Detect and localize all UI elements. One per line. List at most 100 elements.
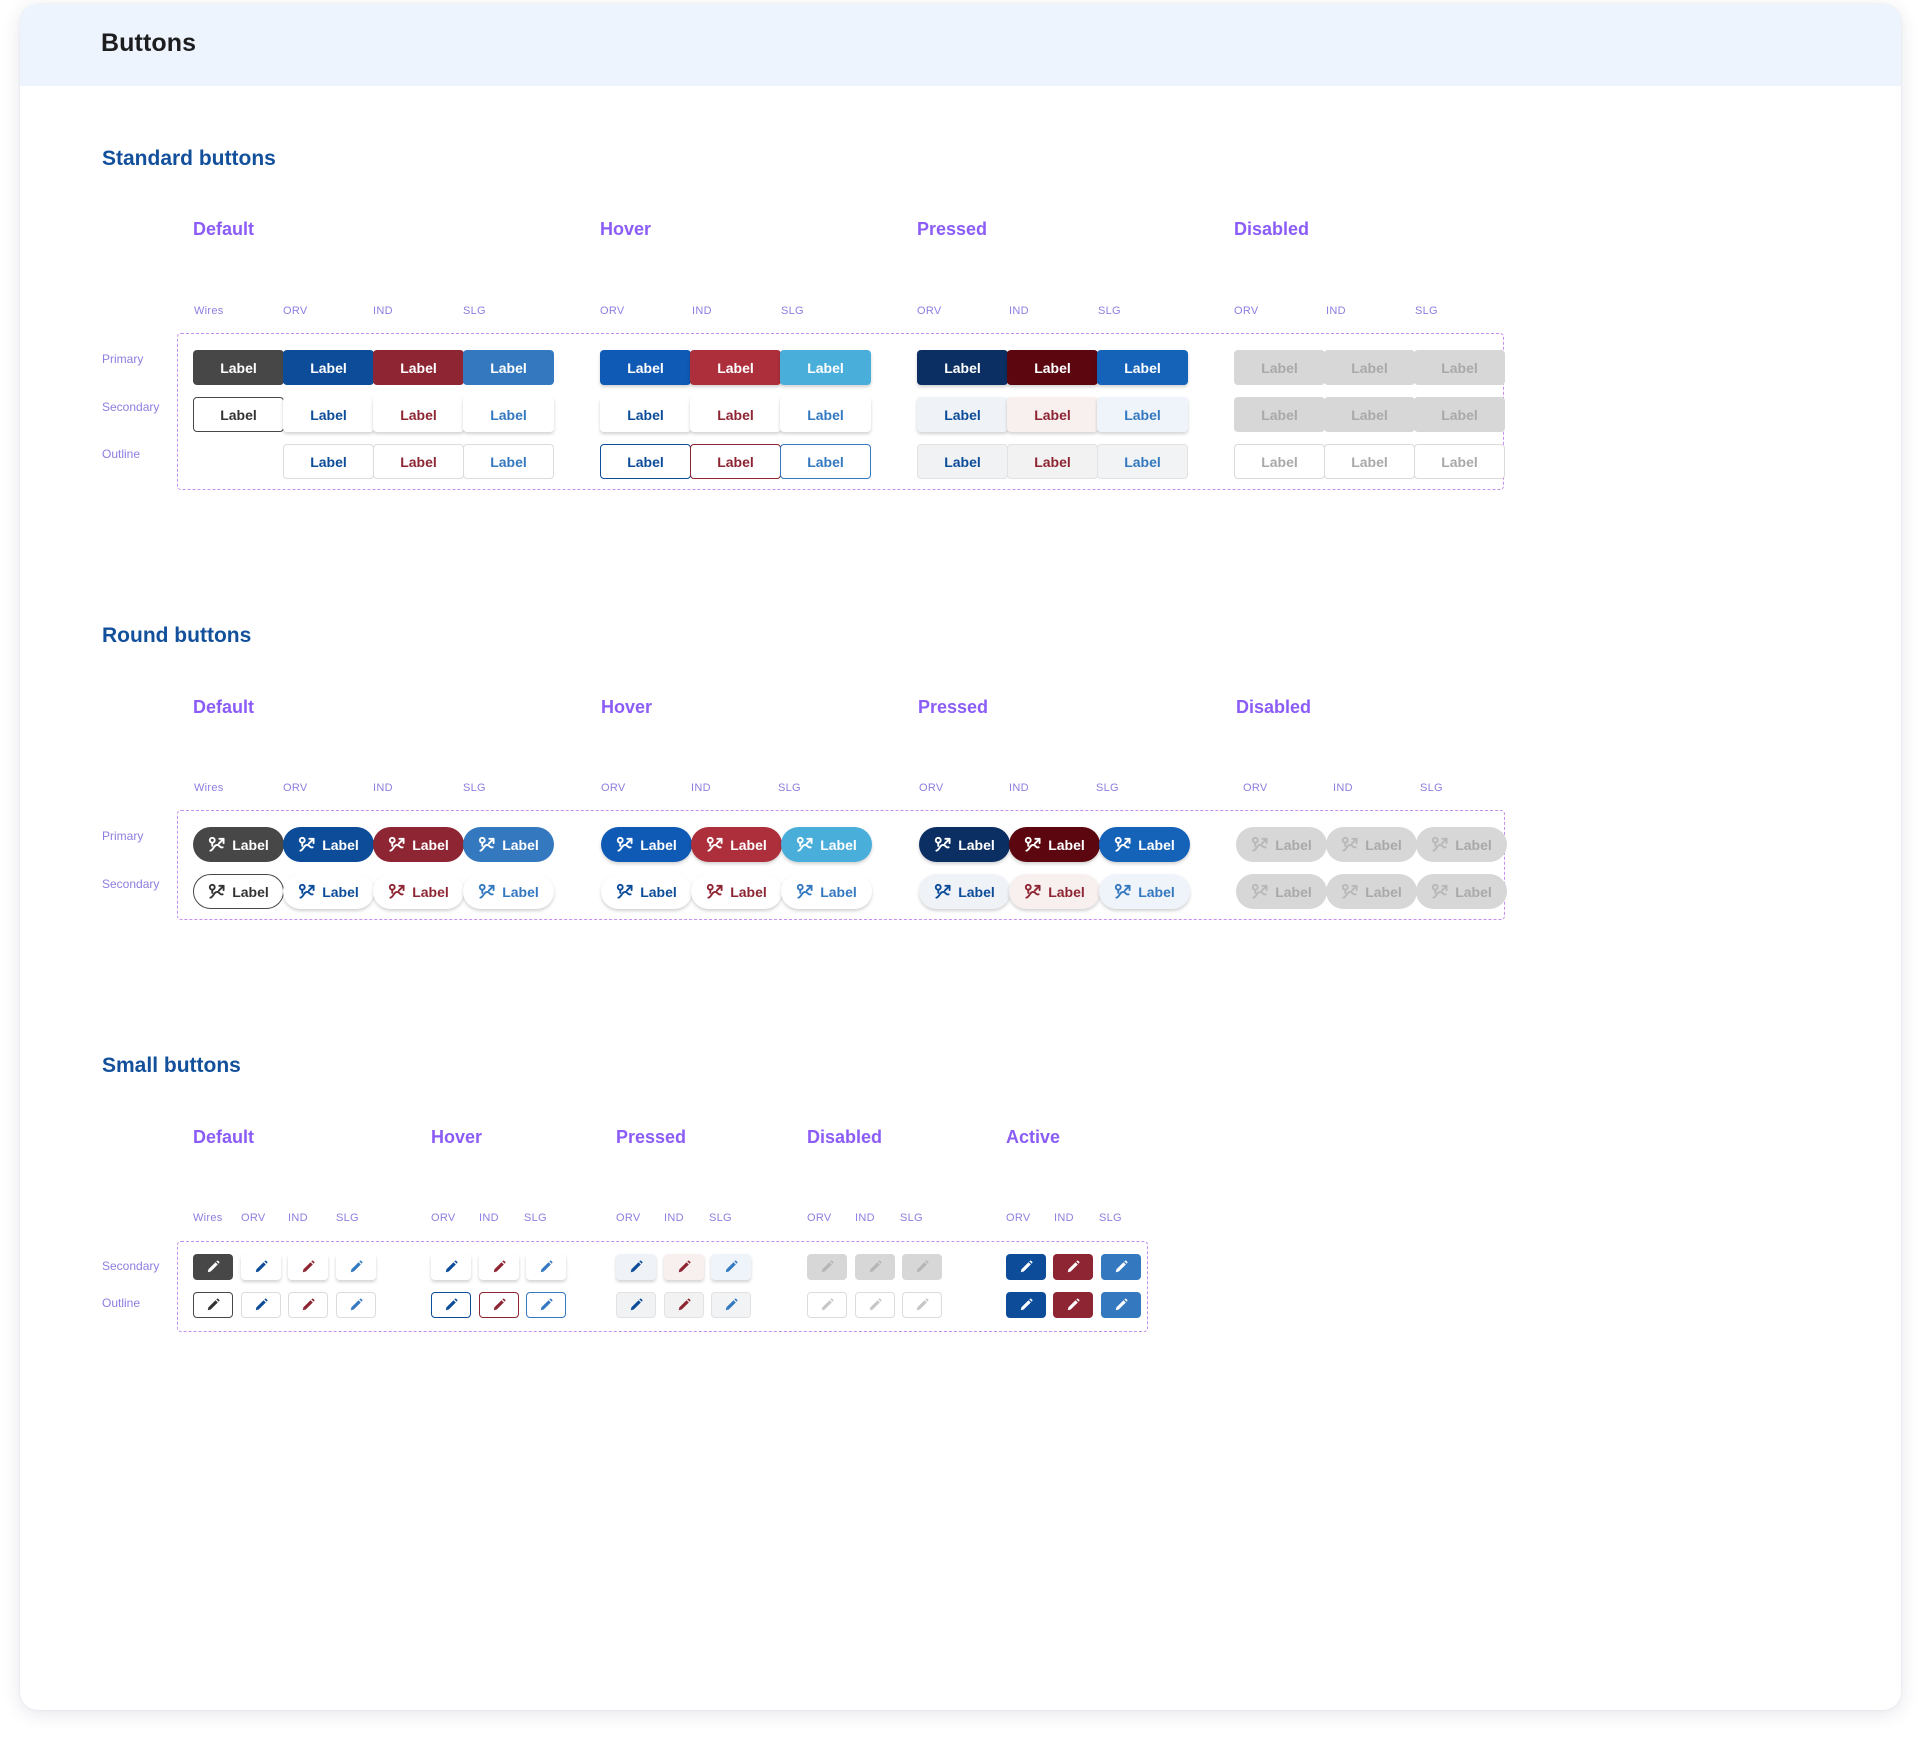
small-secondary-ind-button[interactable]	[288, 1254, 328, 1280]
standard-outline-orv-button[interactable]: Label	[600, 444, 691, 479]
round-primary-ind-button[interactable]: Label	[373, 827, 464, 862]
small-outline-slg-button[interactable]	[526, 1292, 566, 1318]
round-primary-orv-button[interactable]: Label	[1236, 827, 1327, 862]
round-secondary-wires-button[interactable]: Label	[193, 874, 284, 909]
small-outline-orv-button[interactable]	[807, 1292, 847, 1318]
round-secondary-orv-button[interactable]: Label	[601, 874, 692, 909]
standard-secondary-ind-button[interactable]: Label	[1007, 397, 1098, 432]
standard-primary-ind-button[interactable]: Label	[1324, 350, 1415, 385]
round-secondary-ind-button[interactable]: Label	[373, 874, 464, 909]
standard-outline-orv-button[interactable]: Label	[917, 444, 1008, 479]
small-outline-orv-button[interactable]	[241, 1292, 281, 1318]
column-label-slg: SLG	[781, 305, 804, 317]
small-outline-ind-button[interactable]	[288, 1292, 328, 1318]
small-outline-slg-button[interactable]	[902, 1292, 942, 1318]
small-outline-ind-button[interactable]	[664, 1292, 704, 1318]
small-secondary-orv-button[interactable]	[807, 1254, 847, 1280]
round-primary-orv-button[interactable]: Label	[283, 827, 374, 862]
standard-outline-slg-button[interactable]: Label	[1097, 444, 1188, 479]
round-secondary-ind-button[interactable]: Label	[1326, 874, 1417, 909]
small-outline-orv-button[interactable]	[616, 1292, 656, 1318]
round-primary-ind-button[interactable]: Label	[691, 827, 782, 862]
standard-secondary-orv-button[interactable]: Label	[283, 397, 374, 432]
standard-outline-ind-button[interactable]: Label	[373, 444, 464, 479]
standard-secondary-ind-button[interactable]: Label	[690, 397, 781, 432]
round-secondary-orv-button[interactable]: Label	[919, 874, 1010, 909]
round-secondary-orv-button[interactable]: Label	[283, 874, 374, 909]
standard-secondary-slg-button[interactable]: Label	[780, 397, 871, 432]
round-primary-ind-button[interactable]: Label	[1009, 827, 1100, 862]
small-outline-slg-button[interactable]	[1101, 1292, 1141, 1318]
small-secondary-ind-button[interactable]	[855, 1254, 895, 1280]
standard-outline-ind-button[interactable]: Label	[1007, 444, 1098, 479]
round-secondary-ind-button[interactable]: Label	[691, 874, 782, 909]
round-secondary-orv-button[interactable]: Label	[1236, 874, 1327, 909]
round-primary-ind-button[interactable]: Label	[1326, 827, 1417, 862]
standard-primary-slg-button[interactable]: Label	[780, 350, 871, 385]
round-primary-wires-button[interactable]: Label	[193, 827, 284, 862]
small-secondary-wires-button[interactable]	[193, 1254, 233, 1280]
small-secondary-orv-button[interactable]	[431, 1254, 471, 1280]
standard-outline-slg-button[interactable]: Label	[463, 444, 554, 479]
small-outline-slg-button[interactable]	[711, 1292, 751, 1318]
small-outline-orv-button[interactable]	[431, 1292, 471, 1318]
round-primary-slg-button[interactable]: Label	[1416, 827, 1507, 862]
small-secondary-ind-button[interactable]	[664, 1254, 704, 1280]
standard-outline-slg-button[interactable]: Label	[780, 444, 871, 479]
small-outline-orv-button[interactable]	[1006, 1292, 1046, 1318]
small-outline-wires-button[interactable]	[193, 1292, 233, 1318]
round-secondary-slg-button[interactable]: Label	[1099, 874, 1190, 909]
small-secondary-orv-button[interactable]	[241, 1254, 281, 1280]
small-secondary-orv-button[interactable]	[616, 1254, 656, 1280]
round-primary-slg-button[interactable]: Label	[781, 827, 872, 862]
standard-primary-ind-button[interactable]: Label	[690, 350, 781, 385]
standard-primary-orv-button[interactable]: Label	[283, 350, 374, 385]
small-secondary-slg-button[interactable]	[526, 1254, 566, 1280]
standard-primary-slg-button[interactable]: Label	[463, 350, 554, 385]
standard-primary-wires-button[interactable]: Label	[193, 350, 284, 385]
round-primary-orv-button[interactable]: Label	[919, 827, 1010, 862]
route-icon	[1114, 883, 1131, 900]
standard-secondary-slg-button[interactable]: Label	[1097, 397, 1188, 432]
standard-secondary-ind-button[interactable]: Label	[373, 397, 464, 432]
column-label-ind: IND	[692, 305, 712, 317]
round-primary-slg-button[interactable]: Label	[1099, 827, 1190, 862]
standard-secondary-orv-button[interactable]: Label	[917, 397, 1008, 432]
standard-outline-orv-button[interactable]: Label	[1234, 444, 1325, 479]
round-secondary-slg-button[interactable]: Label	[781, 874, 872, 909]
standard-primary-slg-button[interactable]: Label	[1097, 350, 1188, 385]
small-outline-slg-button[interactable]	[336, 1292, 376, 1318]
round-primary-orv-button[interactable]: Label	[601, 827, 692, 862]
standard-outline-ind-button[interactable]: Label	[690, 444, 781, 479]
round-secondary-slg-button[interactable]: Label	[1416, 874, 1507, 909]
small-outline-ind-button[interactable]	[1053, 1292, 1093, 1318]
round-secondary-ind-button[interactable]: Label	[1009, 874, 1100, 909]
small-secondary-slg-button[interactable]	[1101, 1254, 1141, 1280]
standard-secondary-slg-button[interactable]: Label	[463, 397, 554, 432]
small-secondary-ind-button[interactable]	[479, 1254, 519, 1280]
standard-secondary-orv-button[interactable]: Label	[600, 397, 691, 432]
standard-secondary-slg-button[interactable]: Label	[1414, 397, 1505, 432]
standard-outline-ind-button[interactable]: Label	[1324, 444, 1415, 479]
standard-primary-ind-button[interactable]: Label	[373, 350, 464, 385]
small-outline-ind-button[interactable]	[855, 1292, 895, 1318]
standard-primary-orv-button[interactable]: Label	[600, 350, 691, 385]
round-primary-slg-button[interactable]: Label	[463, 827, 554, 862]
standard-outline-slg-button[interactable]: Label	[1414, 444, 1505, 479]
small-secondary-slg-button[interactable]	[711, 1254, 751, 1280]
standard-outline-orv-button[interactable]: Label	[283, 444, 374, 479]
small-secondary-slg-button[interactable]	[336, 1254, 376, 1280]
round-secondary-slg-button[interactable]: Label	[463, 874, 554, 909]
standard-primary-orv-button[interactable]: Label	[1234, 350, 1325, 385]
small-secondary-ind-button[interactable]	[1053, 1254, 1093, 1280]
standard-primary-orv-button[interactable]: Label	[917, 350, 1008, 385]
small-secondary-slg-button[interactable]	[902, 1254, 942, 1280]
standard-secondary-orv-button[interactable]: Label	[1234, 397, 1325, 432]
standard-primary-ind-button[interactable]: Label	[1007, 350, 1098, 385]
small-outline-ind-button[interactable]	[479, 1292, 519, 1318]
small-secondary-orv-button[interactable]	[1006, 1254, 1046, 1280]
standard-secondary-wires-button[interactable]: Label	[193, 397, 284, 432]
standard-secondary-ind-button[interactable]: Label	[1324, 397, 1415, 432]
standard-primary-slg-button[interactable]: Label	[1414, 350, 1505, 385]
column-label-ind: IND	[373, 305, 393, 317]
